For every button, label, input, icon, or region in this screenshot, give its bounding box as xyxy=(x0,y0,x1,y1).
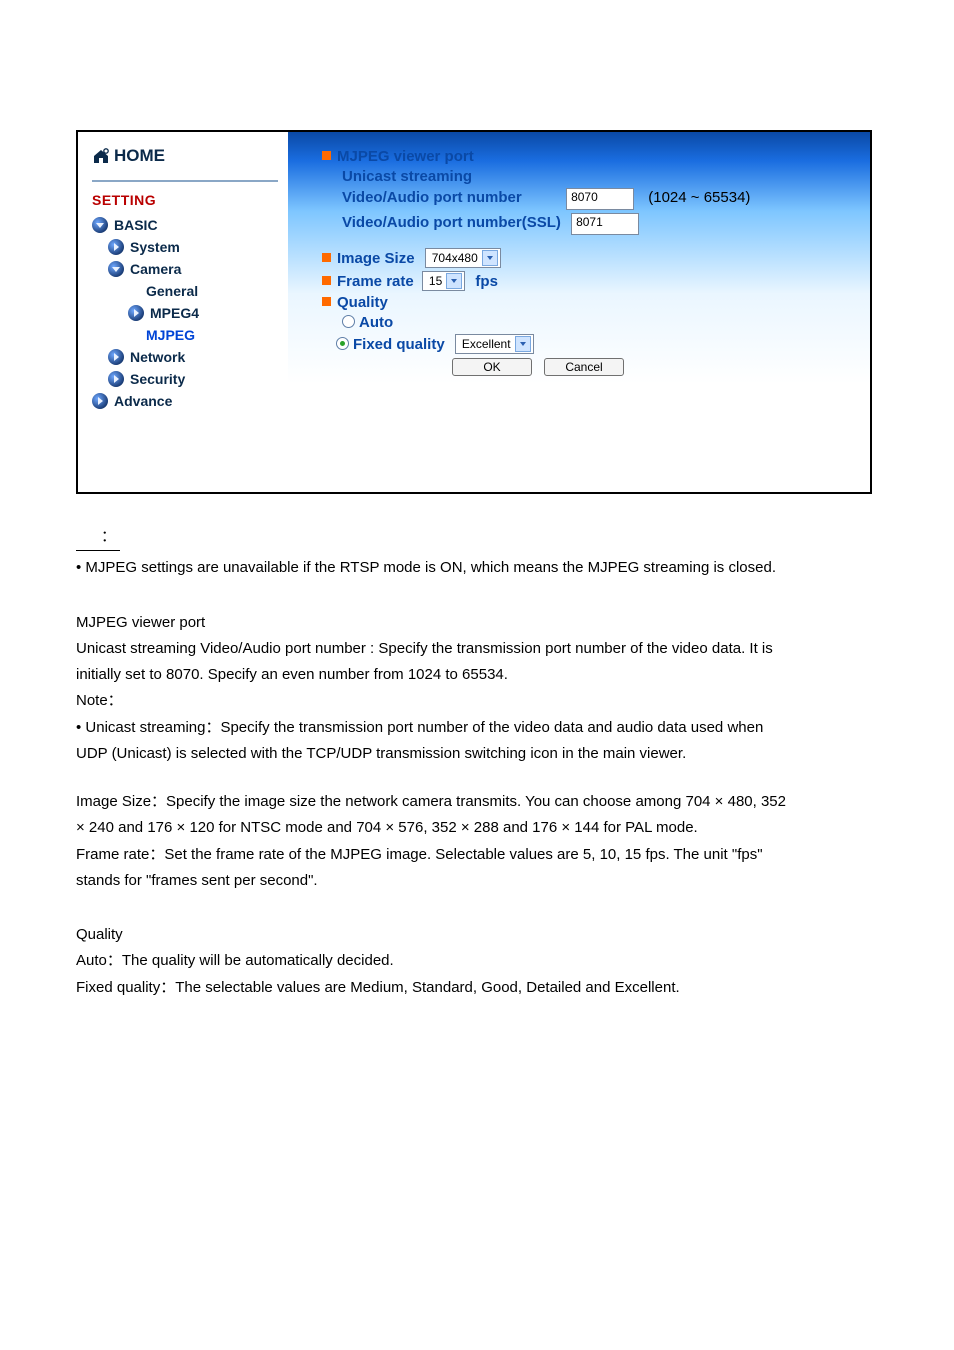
doc-line: Image Size：Specify the image size the ne… xyxy=(76,789,878,815)
port-ssl-input[interactable]: 8071 xyxy=(571,213,639,235)
chevron-down-icon xyxy=(446,273,462,289)
ok-button[interactable]: OK xyxy=(452,358,532,376)
sidebar-item-label: MJPEG xyxy=(146,327,195,343)
doc-heading: MJPEG viewer port xyxy=(76,610,878,636)
chevron-down-icon xyxy=(92,217,108,233)
bullet-icon xyxy=(322,297,331,306)
port-ssl-label: Video/Audio port number(SSL) xyxy=(342,214,561,231)
settings-screenshot: HOME SETTING BASIC System Camera Gene xyxy=(76,130,872,494)
frame-rate-select[interactable]: 15 xyxy=(422,271,465,291)
quality-auto-radio[interactable] xyxy=(342,315,355,328)
frame-rate-value: 15 xyxy=(429,274,442,288)
quality-label: Quality xyxy=(337,294,388,311)
cancel-button[interactable]: Cancel xyxy=(544,358,624,376)
sidebar-item-label: Network xyxy=(130,349,185,365)
port-input[interactable]: 8070 xyxy=(566,188,634,210)
quality-fixed-select[interactable]: Excellent xyxy=(455,334,534,354)
chevron-right-icon xyxy=(108,349,124,365)
doc-line: Note： xyxy=(76,688,878,714)
home-icon xyxy=(92,148,110,164)
image-size-value: 704x480 xyxy=(432,251,478,265)
doc-line: UDP (Unicast) is selected with the TCP/U… xyxy=(76,741,878,767)
bullet-icon xyxy=(322,276,331,285)
port-label: Video/Audio port number xyxy=(342,189,522,206)
doc-line: Unicast streaming Video/Audio port numbe… xyxy=(76,636,878,662)
sidebar-item-general[interactable]: General xyxy=(92,280,278,302)
doc-heading: Quality xyxy=(76,922,878,948)
bullet-icon xyxy=(322,151,331,160)
panel-title: MJPEG viewer port xyxy=(337,148,474,165)
chevron-down-icon xyxy=(108,261,124,277)
frame-rate-unit: fps xyxy=(475,273,498,290)
sidebar-item-label: MPEG4 xyxy=(150,305,199,321)
sidebar-item-label: Advance xyxy=(114,393,172,409)
sidebar: HOME SETTING BASIC System Camera Gene xyxy=(78,132,288,492)
chevron-down-icon xyxy=(482,250,498,266)
quality-fixed-label: Fixed quality xyxy=(353,336,445,353)
quality-fixed-value: Excellent xyxy=(462,337,511,351)
home-link[interactable]: HOME xyxy=(92,146,278,166)
setting-header: SETTING xyxy=(92,192,278,208)
settings-panel: MJPEG viewer port Unicast streaming Vide… xyxy=(288,132,870,492)
sidebar-divider xyxy=(92,180,278,182)
sidebar-item-label: General xyxy=(146,283,198,299)
image-size-select[interactable]: 704x480 xyxy=(425,248,501,268)
sidebar-item-label: Camera xyxy=(130,261,181,277)
sidebar-item-label: Security xyxy=(130,371,185,387)
sidebar-item-label: System xyxy=(130,239,180,255)
doc-line: • Unicast streaming：Specify the transmis… xyxy=(76,715,878,741)
port-range: (1024 ~ 65534) xyxy=(648,189,750,206)
bullet-icon xyxy=(322,253,331,262)
sidebar-item-label: BASIC xyxy=(114,217,158,233)
chevron-right-icon xyxy=(108,239,124,255)
image-size-label: Image Size xyxy=(337,250,415,267)
chevron-right-icon xyxy=(108,371,124,387)
chevron-right-icon xyxy=(128,305,144,321)
unicast-heading: Unicast streaming xyxy=(322,168,850,185)
chevron-right-icon xyxy=(92,393,108,409)
sidebar-item-basic[interactable]: BASIC xyxy=(92,214,278,236)
doc-line: Fixed quality：The selectable values are … xyxy=(76,975,878,1001)
document-body: ： • MJPEG settings are unavailable if th… xyxy=(76,524,878,1001)
sidebar-item-system[interactable]: System xyxy=(92,236,278,258)
sidebar-item-network[interactable]: Network xyxy=(92,346,278,368)
doc-line: Auto：The quality will be automatically d… xyxy=(76,948,878,974)
doc-line: × 240 and 176 × 120 for NTSC mode and 70… xyxy=(76,815,878,841)
sidebar-item-security[interactable]: Security xyxy=(92,368,278,390)
frame-rate-label: Frame rate xyxy=(337,273,414,290)
doc-line: initially set to 8070. Specify an even n… xyxy=(76,662,878,688)
quality-fixed-radio[interactable] xyxy=(336,337,349,350)
chevron-down-icon xyxy=(515,336,531,352)
note-colon: ： xyxy=(76,524,120,551)
sidebar-item-mjpeg[interactable]: MJPEG xyxy=(92,324,278,346)
sidebar-item-advance[interactable]: Advance xyxy=(92,390,278,412)
doc-line: • MJPEG settings are unavailable if the … xyxy=(76,555,878,581)
doc-line: Frame rate：Set the frame rate of the MJP… xyxy=(76,842,878,868)
quality-auto-label: Auto xyxy=(359,314,393,331)
sidebar-item-mpeg4[interactable]: MPEG4 xyxy=(92,302,278,324)
sidebar-item-camera[interactable]: Camera xyxy=(92,258,278,280)
doc-line: stands for "frames sent per second". xyxy=(76,868,878,894)
home-label: HOME xyxy=(114,146,165,166)
